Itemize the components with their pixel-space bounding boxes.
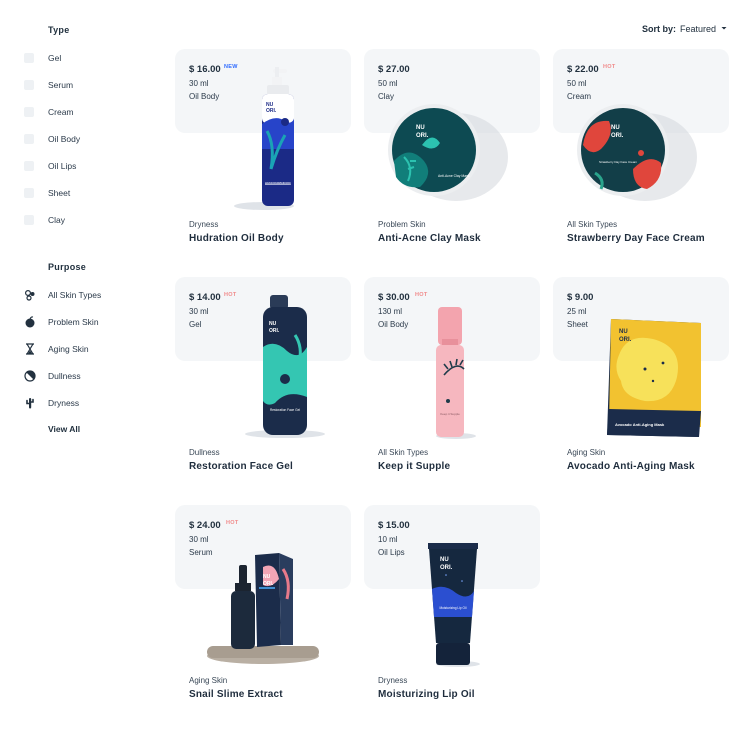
product-name[interactable]: Moisturizing Lip Oil	[378, 689, 475, 700]
category-label: Aging Skin	[189, 676, 228, 685]
product-image[interactable]: NU ORI. Avocado Anti-Aging Mask	[553, 277, 729, 442]
brand-mark: ORI.	[619, 337, 632, 343]
category-label: Dullness	[189, 448, 220, 457]
purpose-filter-all-skin-types[interactable]: All Skin Types	[24, 281, 164, 308]
brand-mark: NU	[440, 557, 449, 563]
product-name[interactable]: Snail Slime Extract	[189, 689, 283, 700]
product-image[interactable]: NU ORI. Strawberry Day Face Cream	[553, 49, 729, 214]
product-card[interactable]: $ 22.00 HOT 50 ml Cream NU ORI. Strawber…	[553, 49, 729, 254]
product-label: Anti-Acne Clay Mask	[438, 174, 470, 178]
brand-mark: NU	[263, 574, 271, 580]
purpose-filter-problem-skin[interactable]: Problem Skin	[24, 308, 164, 335]
checkbox[interactable]	[24, 187, 34, 198]
type-filter-oil-body[interactable]: Oil Body	[24, 125, 164, 152]
type-filter-label: Gel	[48, 52, 62, 63]
product-card[interactable]: $ 9.00 25 ml Sheet NU ORI. Avocado Anti-…	[553, 277, 729, 482]
checkbox[interactable]	[24, 214, 34, 225]
product-card[interactable]: $ 16.00 NEW 30 ml Oil Body Hudration Oil…	[175, 49, 351, 254]
brand-mark: ORI.	[416, 133, 429, 139]
type-filter-serum[interactable]: Serum	[24, 71, 164, 98]
purpose-filter-label: All Skin Types	[48, 289, 102, 300]
checkbox[interactable]	[24, 133, 34, 144]
product-label: Restoration Face Gel	[270, 408, 300, 412]
product-label: Strawberry Day Face Cream	[599, 160, 638, 164]
filter-sidebar: Type Gel Serum Cream Oil Body Oil Lips S…	[24, 22, 164, 443]
brand-mark: NU	[269, 321, 277, 327]
product-image[interactable]: NU ORI. Moisturizing Lip Oil	[364, 505, 540, 670]
type-heading: Type	[48, 25, 70, 35]
sort-value: Featured	[679, 24, 716, 34]
product-name[interactable]: Anti-Acne Clay Mask	[378, 233, 481, 244]
category-label: Problem Skin	[378, 220, 426, 229]
product-image[interactable]: NU ORI. Restoration Face Gel	[175, 277, 351, 442]
purpose-filter-label: Problem Skin	[48, 316, 99, 327]
chevron-down-icon	[720, 24, 728, 34]
product-image[interactable]: NU ORI.	[175, 505, 351, 670]
brand-mark: NU	[611, 125, 620, 131]
checkbox[interactable]	[24, 160, 34, 171]
product-name[interactable]: Strawberry Day Face Cream	[567, 233, 705, 244]
type-filter-gel[interactable]: Gel	[24, 44, 164, 71]
product-image[interactable]: Keep it Supple	[364, 277, 540, 442]
purpose-filter-label: Dryness	[48, 397, 80, 408]
checkbox[interactable]	[24, 106, 34, 117]
product-name[interactable]: Restoration Face Gel	[189, 461, 293, 472]
product-name[interactable]: Keep it Supple	[378, 461, 450, 472]
product-label: Avocado Anti-Aging Mask	[615, 422, 665, 427]
checkbox[interactable]	[24, 79, 34, 90]
product-name[interactable]: Avocado Anti-Aging Mask	[567, 461, 695, 472]
bubbles-icon	[24, 289, 36, 301]
hourglass-icon	[24, 342, 36, 355]
type-filter-oil-lips[interactable]: Oil Lips	[24, 152, 164, 179]
brand-mark: ORI.	[269, 328, 280, 334]
purpose-filter-label: Dullness	[48, 370, 81, 381]
category-label: Aging Skin	[567, 448, 606, 457]
checkbox[interactable]	[24, 52, 34, 63]
type-filter-label: Clay	[48, 214, 66, 225]
cactus-icon	[24, 397, 36, 409]
category-label: All Skin Types	[567, 220, 618, 229]
category-label: All Skin Types	[378, 448, 429, 457]
type-filter-cream[interactable]: Cream	[24, 98, 164, 125]
purpose-filter-dullness[interactable]: Dullness	[24, 362, 164, 389]
sort-label: Sort by:	[641, 24, 676, 34]
brand-mark: ORI.	[266, 108, 277, 114]
product-image[interactable]: Hudration Oil Body NU ORI.	[175, 49, 351, 214]
product-card[interactable]: $ 24.00 HOT 30 ml Serum NU ORI. Aging Sk…	[175, 505, 351, 710]
apple-icon	[24, 315, 36, 328]
product-card[interactable]: $ 15.00 10 ml Oil Lips NU ORI. Moisturiz…	[364, 505, 540, 710]
type-filter-label: Oil Body	[48, 133, 81, 144]
brand-mark: NU	[619, 329, 628, 335]
type-filter-label: Serum	[48, 79, 74, 90]
brand-mark: ORI.	[440, 565, 453, 571]
half-circle-icon	[24, 369, 36, 382]
type-filter-clay[interactable]: Clay	[24, 206, 164, 233]
product-name[interactable]: Hudration Oil Body	[189, 233, 284, 244]
brand-mark: NU	[416, 125, 425, 131]
brand-mark: ORI.	[263, 581, 274, 587]
product-label: Keep it Supple	[440, 412, 460, 416]
type-filter-label: Oil Lips	[48, 160, 77, 171]
purpose-heading: Purpose	[48, 262, 87, 272]
purpose-filter-aging-skin[interactable]: Aging Skin	[24, 335, 164, 362]
brand-mark: ORI.	[611, 133, 624, 139]
type-filter-label: Sheet	[48, 187, 71, 198]
product-label: Moisturizing Lip Oil	[440, 606, 467, 610]
type-filter-label: Cream	[48, 106, 74, 117]
view-all-link[interactable]: View All	[48, 416, 164, 443]
type-filter-sheet[interactable]: Sheet	[24, 179, 164, 206]
product-label: Hudration Oil Body	[265, 181, 292, 185]
sort-dropdown[interactable]: Sort by: Featured	[642, 24, 728, 34]
category-label: Dryness	[378, 676, 408, 685]
purpose-filter-dryness[interactable]: Dryness	[24, 389, 164, 416]
category-label: Dryness	[189, 220, 219, 229]
product-card[interactable]: $ 14.00 HOT 30 ml Gel NU ORI. Restoratio…	[175, 277, 351, 482]
product-card[interactable]: $ 27.00 50 ml Clay NU ORI. Anti-Acne Cla…	[364, 49, 540, 254]
product-card[interactable]: $ 30.00 HOT 130 ml Oil Body Keep it Supp…	[364, 277, 540, 482]
product-image[interactable]: NU ORI. Anti-Acne Clay Mask	[364, 49, 540, 214]
purpose-filter-label: Aging Skin	[48, 343, 89, 354]
